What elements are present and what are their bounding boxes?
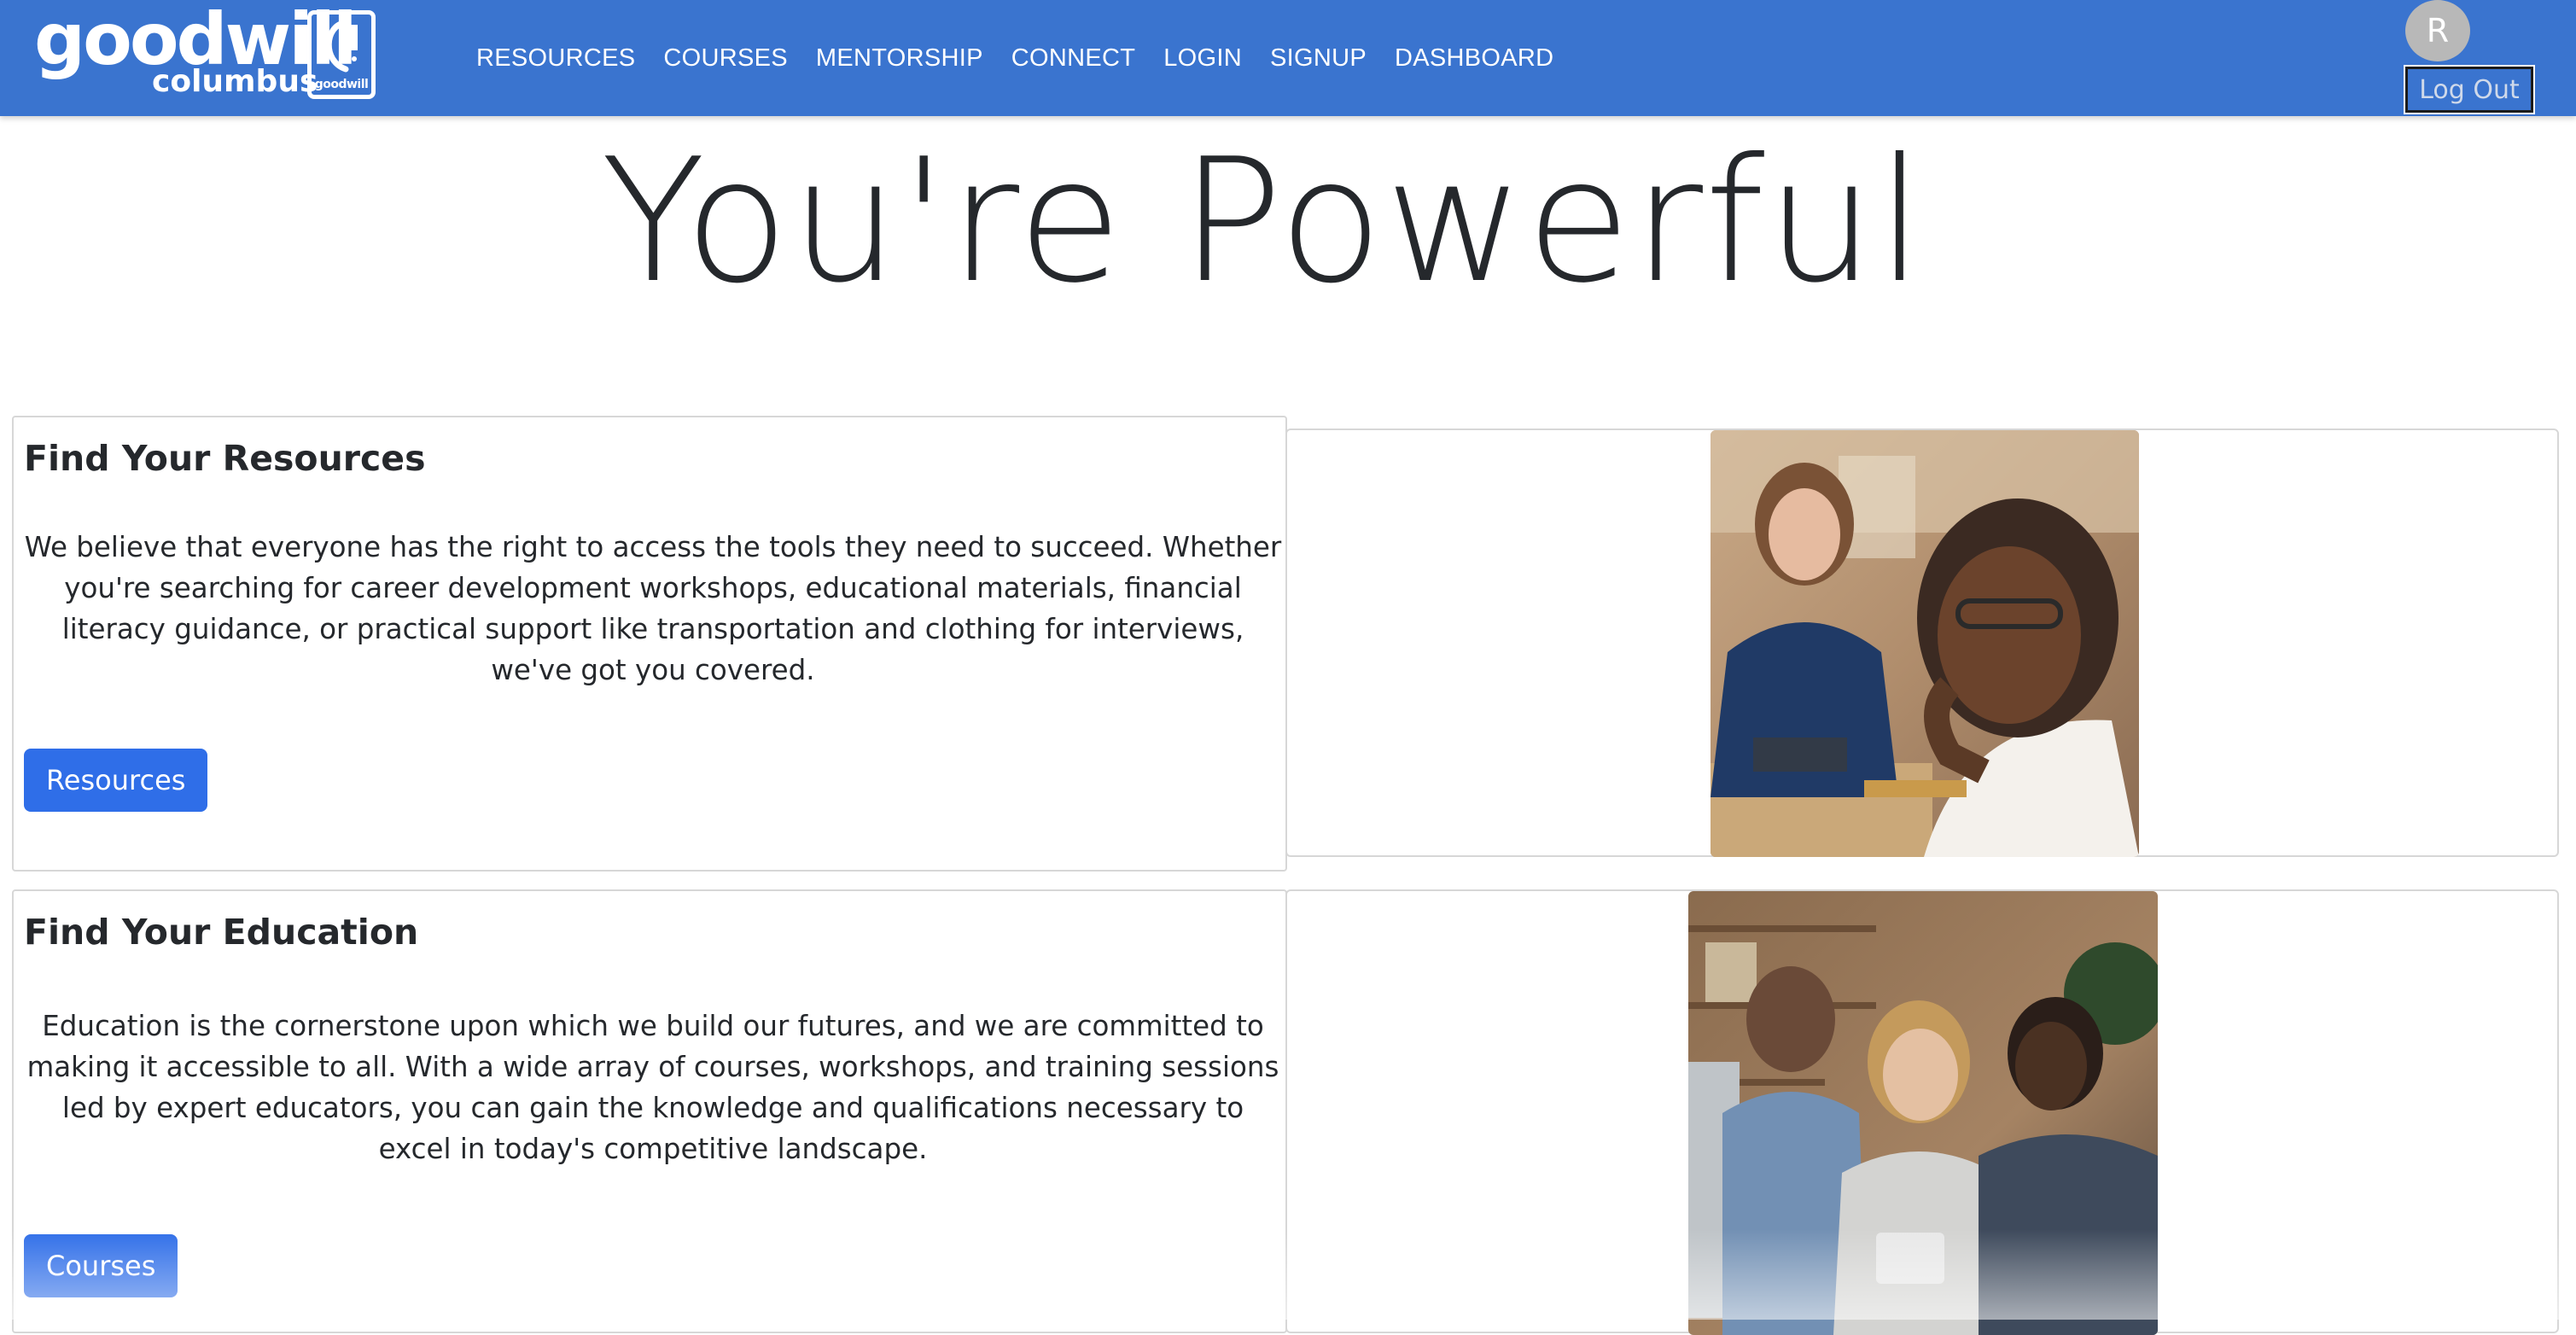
logo-mark-label: goodwill bbox=[314, 78, 369, 91]
main-nav: RESOURCES COURSES MENTORSHIP CONNECT LOG… bbox=[476, 0, 1582, 116]
resources-photo bbox=[1711, 430, 2139, 857]
nav-dashboard[interactable]: DASHBOARD bbox=[1395, 44, 1553, 73]
nav-connect[interactable]: CONNECT bbox=[1011, 44, 1136, 73]
education-image-card bbox=[1285, 889, 2559, 1335]
resources-image-card bbox=[1285, 428, 2559, 857]
goodwill-smile-icon: goodwill bbox=[307, 10, 376, 99]
courses-button[interactable]: Courses bbox=[24, 1234, 178, 1297]
page-title: You're Powerful bbox=[601, 122, 1926, 321]
user-avatar[interactable]: R bbox=[2405, 0, 2470, 61]
logout-button[interactable]: Log Out bbox=[2404, 65, 2535, 114]
nav-login[interactable]: LOGIN bbox=[1163, 44, 1242, 73]
resources-button[interactable]: Resources bbox=[24, 749, 208, 812]
education-card: Find Your Education Education is the cor… bbox=[12, 889, 1287, 1333]
education-card-title: Find Your Education bbox=[24, 912, 419, 953]
resources-card-title: Find Your Resources bbox=[24, 438, 426, 479]
resources-card-body: We believe that everyone has the right t… bbox=[24, 531, 1282, 686]
logo-subtitle: columbus bbox=[152, 64, 318, 99]
goodwill-columbus-logo[interactable]: goodwill columbus goodwill bbox=[34, 3, 384, 104]
nav-courses[interactable]: COURSES bbox=[663, 44, 788, 73]
education-card-body: Education is the cornerstone upon which … bbox=[26, 1010, 1279, 1165]
resources-card: Find Your Resources We believe that ever… bbox=[12, 416, 1287, 872]
nav-resources[interactable]: RESOURCES bbox=[476, 44, 635, 73]
navbar: goodwill columbus goodwill RESOURCES COU… bbox=[0, 0, 2576, 116]
nav-mentorship[interactable]: MENTORSHIP bbox=[816, 44, 983, 73]
nav-signup[interactable]: SIGNUP bbox=[1270, 44, 1367, 73]
education-photo bbox=[1688, 891, 2158, 1335]
